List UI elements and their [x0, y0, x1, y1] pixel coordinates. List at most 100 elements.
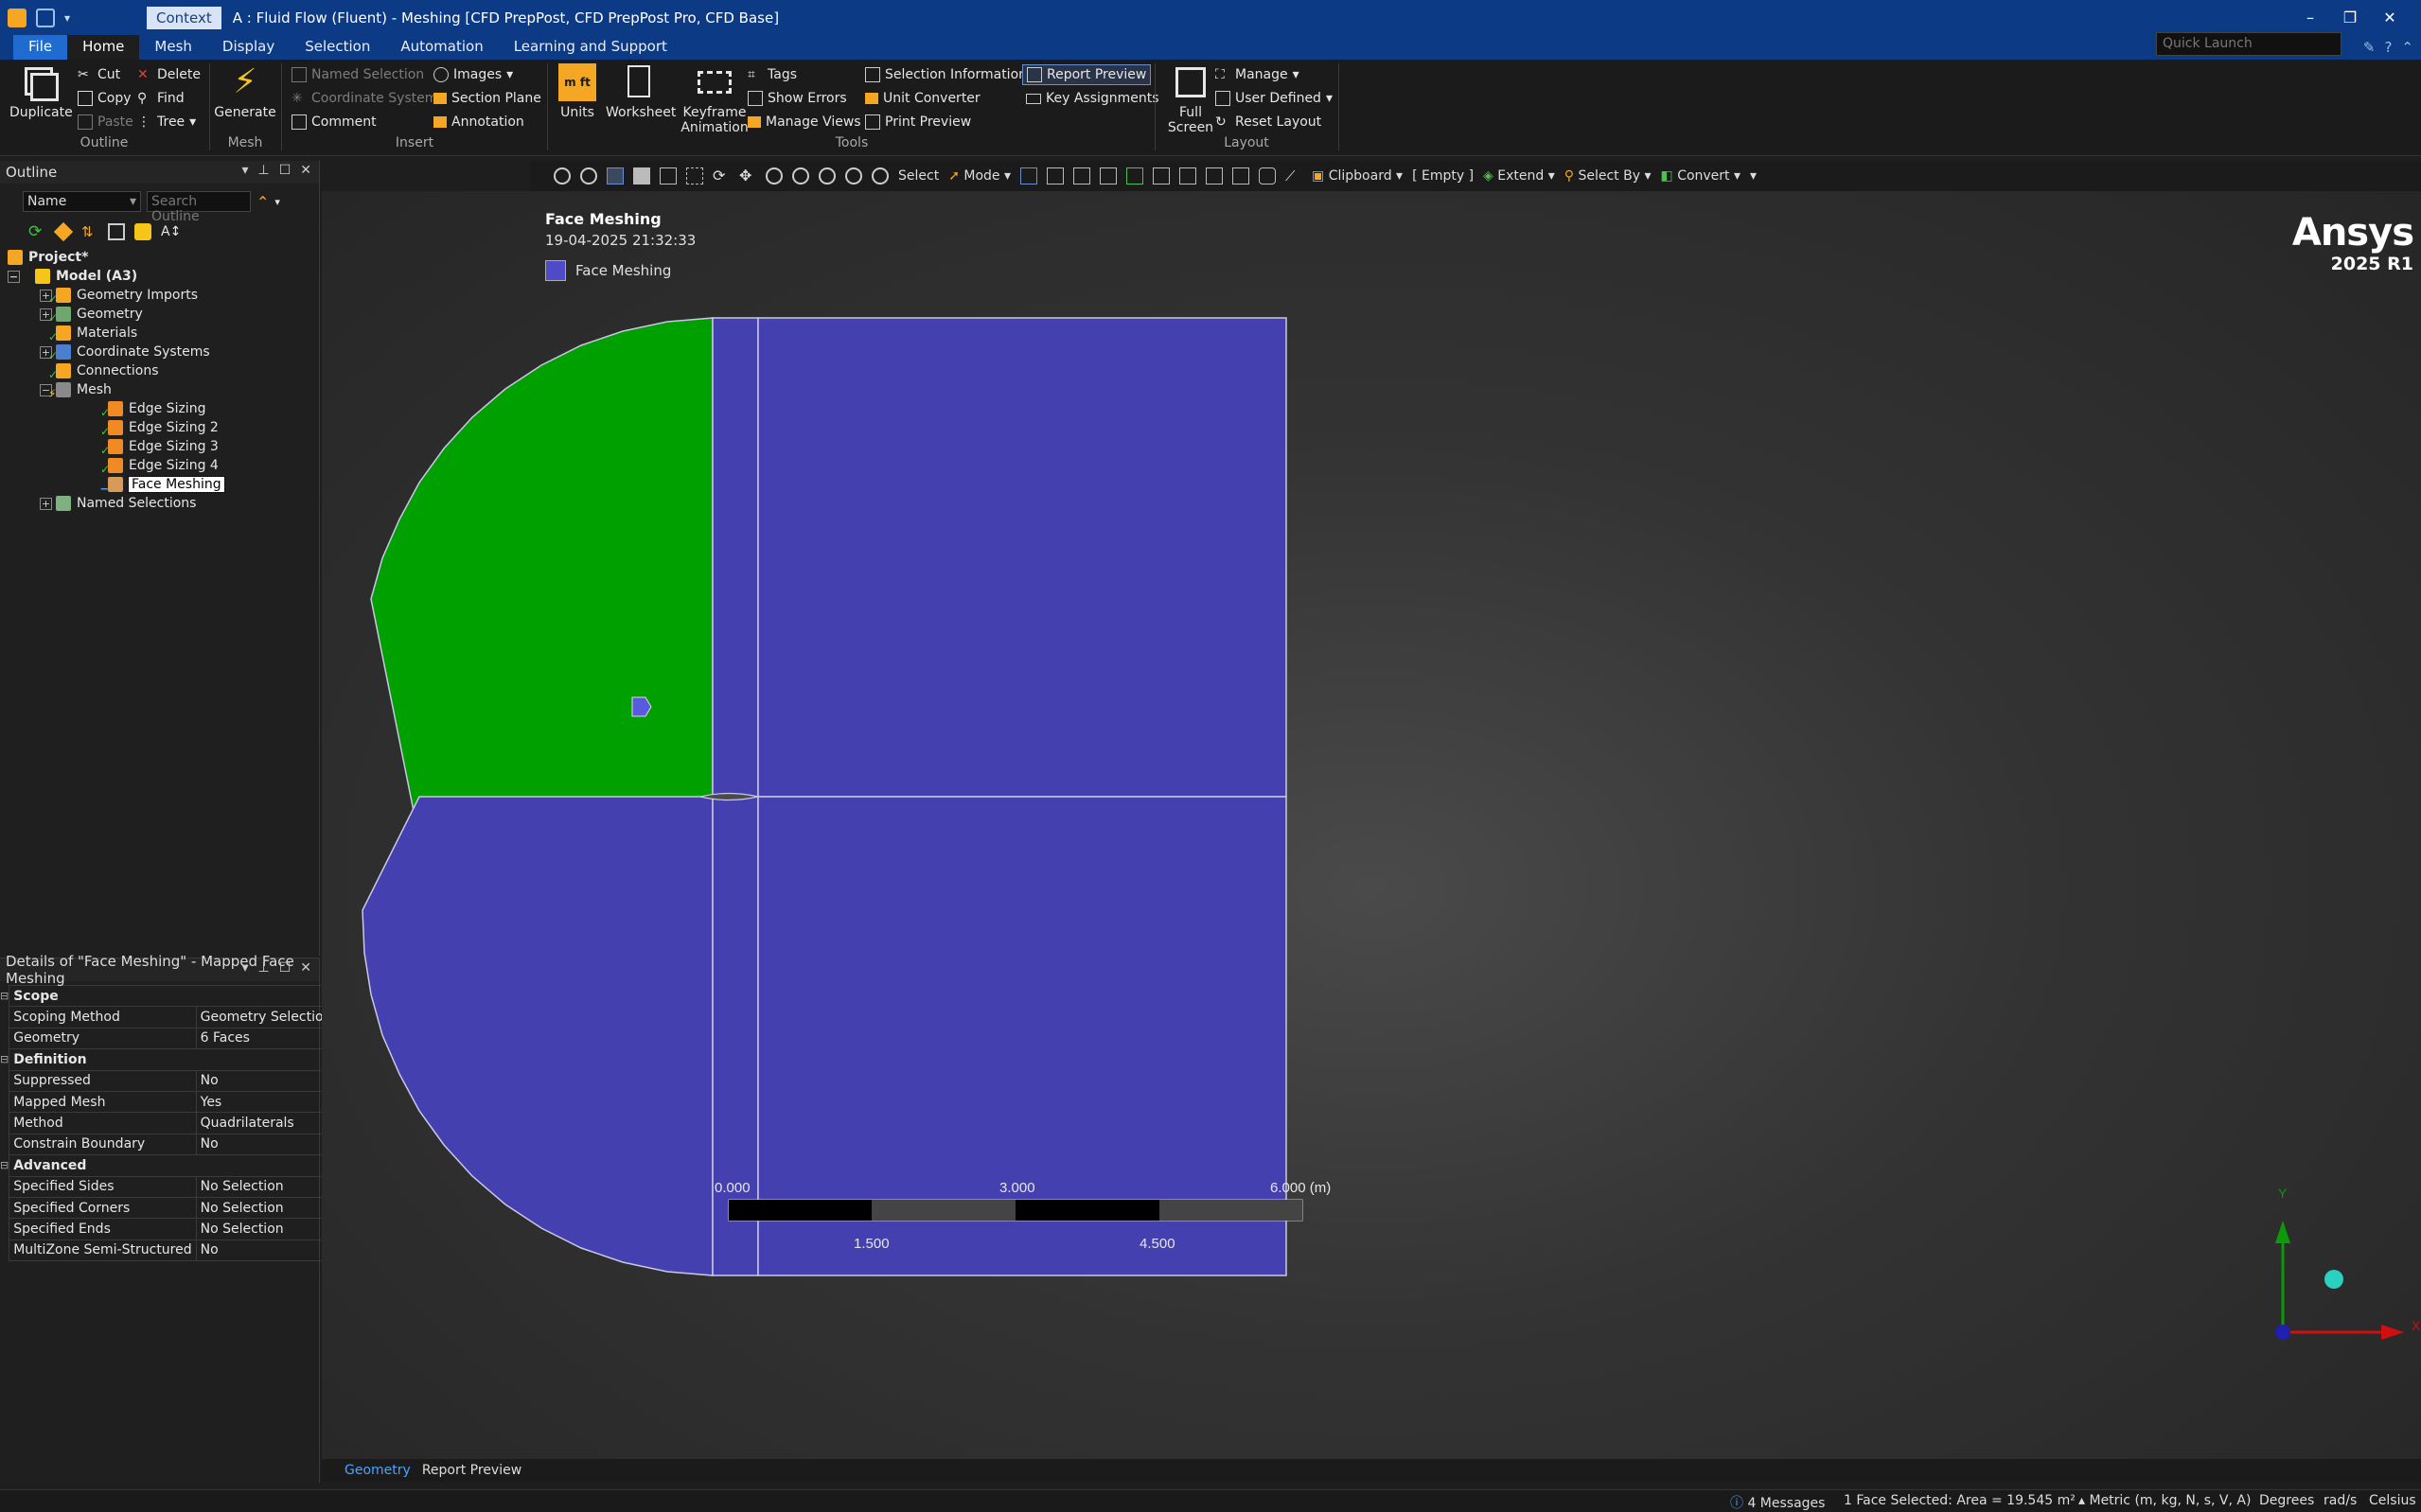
iso-view-icon[interactable]: [607, 167, 624, 185]
details-row[interactable]: Mapped Mesh Yes: [0, 1090, 337, 1114]
help-icon[interactable]: ?: [2384, 39, 2392, 56]
tab-report-preview[interactable]: Report Preview: [422, 1463, 521, 1478]
tree-node-edge-sizing-3[interactable]: ✓ Edge Sizing 3: [100, 437, 219, 457]
context-button[interactable]: Context: [147, 6, 221, 29]
sort-icon[interactable]: ⇅: [81, 223, 98, 240]
close-button[interactable]: ✕: [2370, 0, 2410, 35]
pin-icon[interactable]: ⊥: [258, 960, 270, 976]
tab-file[interactable]: File: [13, 35, 68, 60]
comment-icon[interactable]: [1259, 167, 1277, 185]
zoom-out-icon[interactable]: [819, 167, 836, 185]
find-button[interactable]: ⚲ Find: [137, 91, 185, 106]
details-row[interactable]: Suppressed No: [0, 1069, 337, 1092]
tree-node-mesh[interactable]: − ⚡ Mesh: [40, 380, 112, 400]
tag-filter-icon[interactable]: [53, 221, 74, 242]
select-label[interactable]: Select: [898, 168, 939, 184]
key-assignments-button[interactable]: Key Assignments: [1026, 91, 1159, 106]
details-value[interactable]: No: [195, 1239, 337, 1262]
chart-icon[interactable]: ⟋: [1285, 167, 1302, 185]
minimize-button[interactable]: –: [2290, 0, 2330, 35]
comment-button[interactable]: Comment: [292, 114, 377, 130]
select-mesh-icon[interactable]: [1206, 167, 1224, 185]
select-element-icon[interactable]: [1179, 167, 1197, 185]
search-outline-input[interactable]: Search Outline: [147, 191, 251, 224]
zoom-box-icon[interactable]: [580, 167, 597, 185]
table-icon[interactable]: [108, 223, 125, 240]
details-row[interactable]: Geometry 6 Faces: [0, 1027, 337, 1050]
tree-node-geometry-imports[interactable]: + ✓ Geometry Imports: [40, 286, 198, 306]
cut-button[interactable]: ✂ Cut: [78, 67, 120, 82]
details-row[interactable]: MultiZone Semi-Structured No: [0, 1239, 337, 1262]
unit-system-status[interactable]: ▴ Metric (m, kg, N, s, V, A): [2078, 1493, 2251, 1508]
search-dropdown-icon[interactable]: ▾: [274, 196, 280, 208]
delete-button[interactable]: ✕ Delete: [137, 67, 201, 82]
details-value[interactable]: No Selection: [195, 1196, 337, 1220]
tree-node-model[interactable]: − Model (A3): [8, 267, 137, 286]
tags-button[interactable]: ⌗ Tags: [748, 67, 797, 82]
shaded-view-icon[interactable]: [633, 167, 650, 185]
generate-button[interactable]: ⚡ Generate: [210, 63, 280, 121]
label-icon[interactable]: [1232, 167, 1250, 185]
details-row[interactable]: Method Quadrilaterals: [0, 1112, 337, 1134]
details-value[interactable]: Geometry Selection: [195, 1006, 337, 1029]
section-plane-button[interactable]: Section Plane: [433, 91, 541, 106]
details-value[interactable]: No Selection: [195, 1218, 337, 1240]
tree-node-edge-sizing-4[interactable]: ✓ Edge Sizing 4: [100, 456, 219, 476]
full-screen-button[interactable]: Full Screen: [1164, 63, 1217, 135]
panel-menu-icon[interactable]: ▾: [241, 163, 248, 178]
tree-node-edge-sizing-2[interactable]: ✓ Edge Sizing 2: [100, 418, 219, 438]
tab-automation[interactable]: Automation: [385, 35, 498, 60]
refresh-icon[interactable]: ⟳: [28, 223, 45, 240]
details-section-scope[interactable]: ⊟ Scope: [0, 984, 337, 1008]
select-edge-icon[interactable]: [1047, 167, 1065, 185]
details-value[interactable]: No: [195, 1133, 337, 1156]
select-face-icon[interactable]: [1073, 167, 1091, 185]
tree-node-project[interactable]: Project*: [8, 248, 88, 267]
tree-node-face-meshing[interactable]: ‒ Face Meshing: [100, 475, 225, 495]
details-section-advanced[interactable]: ⊟ Advanced: [0, 1154, 337, 1177]
tree-button[interactable]: ⋮ Tree ▾: [137, 114, 196, 130]
face-lower-left[interactable]: [362, 796, 714, 1276]
messages-indicator[interactable]: ⓘ 4 Messages: [1730, 1493, 1825, 1512]
print-preview-button[interactable]: Print Preview: [865, 114, 971, 130]
details-value[interactable]: Quadrilaterals: [195, 1112, 337, 1134]
magnifier-icon[interactable]: [872, 167, 889, 185]
axis-triad[interactable]: Y X: [2275, 1186, 2421, 1340]
details-value[interactable]: Yes: [195, 1090, 337, 1114]
select-vertex-icon[interactable]: [1020, 167, 1038, 185]
worksheet-button[interactable]: Worksheet: [606, 63, 676, 120]
restore-button[interactable]: ❐: [2330, 0, 2370, 35]
report-preview-button[interactable]: Report Preview: [1022, 64, 1152, 85]
tree-node-geometry[interactable]: + ✓ Geometry: [40, 305, 143, 325]
rotate-icon[interactable]: ⟳: [713, 167, 730, 185]
collapse-ribbon-icon[interactable]: ⌃: [2401, 39, 2413, 56]
geometry-canvas[interactable]: 0.000 3.000 6.000 (m) 1.500 4.500 Y X: [322, 191, 2421, 1459]
show-errors-button[interactable]: Show Errors: [748, 91, 847, 106]
user-defined-button[interactable]: User Defined ▾: [1215, 91, 1333, 106]
zoom-icon[interactable]: [766, 167, 783, 185]
collapse-toggle[interactable]: −: [8, 270, 20, 283]
wireframe-view-icon[interactable]: [660, 167, 677, 185]
tree-node-connections[interactable]: ✓ Connections: [48, 361, 159, 381]
details-section-definition[interactable]: ⊟ Definition: [0, 1048, 337, 1071]
coordinate-system-button[interactable]: ✳ Coordinate System: [292, 91, 437, 106]
tree-node-named-selections[interactable]: + Named Selections: [40, 494, 196, 513]
rate-unit-status[interactable]: rad/s: [2324, 1493, 2357, 1508]
collapse-toggle[interactable]: ⊟: [0, 986, 9, 1007]
select-by-button[interactable]: ⚲ Select By ▾: [1564, 168, 1652, 184]
pan-icon[interactable]: ✥: [739, 167, 756, 185]
details-row[interactable]: Scoping Method Geometry Selection: [0, 1006, 337, 1029]
details-value[interactable]: No: [195, 1069, 337, 1092]
close-icon[interactable]: ✕: [300, 960, 311, 976]
face-upper-left[interactable]: [370, 317, 714, 854]
tab-mesh[interactable]: Mesh: [139, 35, 207, 60]
named-selection-button[interactable]: Named Selection: [292, 67, 424, 82]
toolbar-overflow-icon[interactable]: ▾: [1750, 168, 1757, 184]
tree-node-edge-sizing[interactable]: ✓ Edge Sizing: [100, 399, 205, 419]
select-body-icon[interactable]: [1100, 167, 1118, 185]
reset-layout-button[interactable]: ↻ Reset Layout: [1215, 114, 1321, 130]
feedback-icon[interactable]: ✎: [2363, 39, 2376, 56]
pan-view-icon[interactable]: [686, 167, 703, 185]
face-strip-upper[interactable]: [712, 317, 759, 798]
search-up-icon[interactable]: ⌃: [256, 193, 269, 211]
